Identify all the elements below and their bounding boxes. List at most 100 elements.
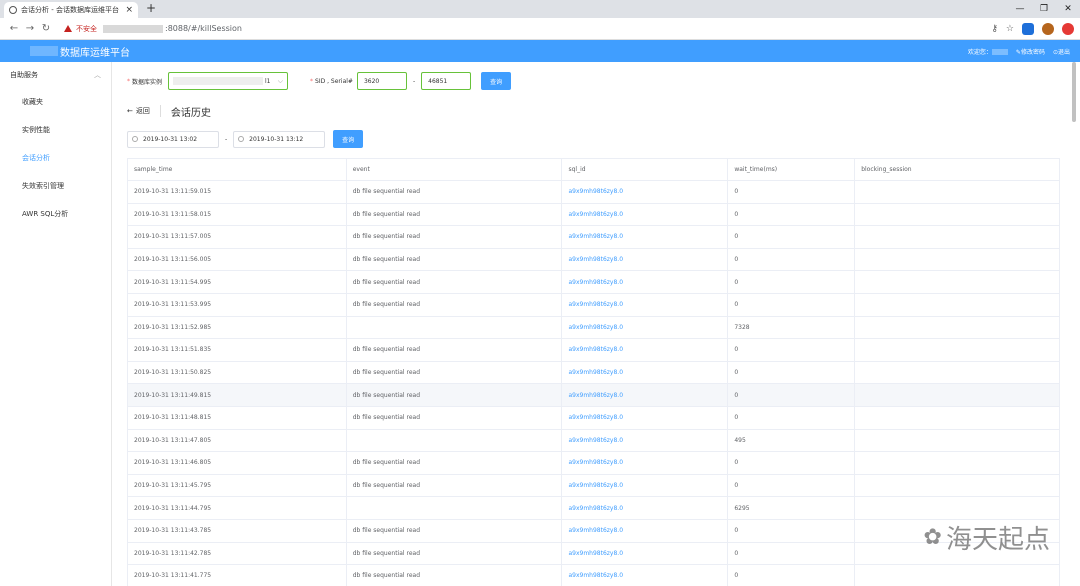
table-cell[interactable]: a9x9mh98t6zy8.0 <box>561 406 729 430</box>
table-cell[interactable]: a9x9mh98t6zy8.0 <box>561 451 729 475</box>
table-row[interactable]: 2019-10-31 13:11:43.785 db file sequentia… <box>127 519 1060 543</box>
end-date-value: 2019-10-31 13:12 <box>249 135 304 143</box>
required-mark: * <box>310 77 314 85</box>
table-cell <box>346 496 563 520</box>
extension-icon[interactable] <box>1062 22 1074 35</box>
warning-icon <box>64 25 72 32</box>
table-row[interactable]: 2019-10-31 13:11:54.995 db file sequentia… <box>127 270 1060 294</box>
table-row[interactable]: 2019-10-31 13:11:57.005 db file sequentia… <box>127 225 1060 249</box>
table-row[interactable]: 2019-10-31 13:11:51.835 db file sequentia… <box>127 338 1060 362</box>
table-cell[interactable]: a9x9mh98t6zy8.0 <box>561 564 729 586</box>
table-cell[interactable]: a9x9mh98t6zy8.0 <box>561 474 729 498</box>
star-icon[interactable]: ☆ <box>1006 24 1014 34</box>
table-cell: 2019-10-31 13:11:47.805 <box>127 429 347 453</box>
table-row[interactable]: 2019-10-31 13:11:58.015 db file sequentia… <box>127 203 1060 227</box>
table-cell[interactable]: a9x9mh98t6zy8.0 <box>561 248 729 272</box>
chevron-up-icon: ︿ <box>94 71 101 79</box>
window-close-icon[interactable]: ✕ <box>1056 0 1080 18</box>
serial-input[interactable]: 46851 <box>421 72 472 90</box>
back-arrow-icon[interactable]: ← <box>6 23 22 34</box>
table-row[interactable]: 2019-10-31 13:11:48.815 db file sequentia… <box>127 406 1060 430</box>
table-cell: db file sequential read <box>346 519 563 543</box>
table-cell: 0 <box>727 564 856 586</box>
extension-icon[interactable] <box>1042 22 1054 35</box>
security-warning[interactable]: 不安全 <box>64 24 97 34</box>
forward-arrow-icon[interactable]: → <box>22 23 38 34</box>
sidebar-item-awr-sql[interactable]: AWR SQL分析 <box>0 200 111 228</box>
table-cell: db file sequential read <box>346 180 563 204</box>
table-cell: 2019-10-31 13:11:50.825 <box>127 361 347 385</box>
column-header[interactable]: wait_time(ms) <box>727 158 856 181</box>
table-cell[interactable]: a9x9mh98t6zy8.0 <box>561 496 729 520</box>
new-tab-button[interactable]: + <box>146 1 156 15</box>
table-cell[interactable]: a9x9mh98t6zy8.0 <box>561 519 729 543</box>
browser-tab[interactable]: 会话分析 - 会话数据库运维平台 × <box>4 2 138 18</box>
end-date-picker[interactable]: 2019-10-31 13:12 <box>233 130 326 148</box>
table-cell <box>346 316 563 340</box>
table-row[interactable]: 2019-10-31 13:11:45.795 db file sequentia… <box>127 474 1060 498</box>
table-cell[interactable]: a9x9mh98t6zy8.0 <box>561 270 729 294</box>
url-text[interactable]: :8088/#/killSession <box>165 24 242 33</box>
logout-link[interactable]: ⊙退出 <box>1053 47 1070 56</box>
table-cell[interactable]: a9x9mh98t6zy8.0 <box>561 542 729 566</box>
back-button[interactable]: ← 返回 <box>127 106 150 116</box>
table-row[interactable]: 2019-10-31 13:11:46.805 db file sequentia… <box>127 451 1060 475</box>
sidebar-group[interactable]: 自助服务 ︿ <box>0 62 111 88</box>
table-cell[interactable]: a9x9mh98t6zy8.0 <box>561 338 729 362</box>
column-header[interactable]: blocking_session <box>854 158 1060 181</box>
table-cell[interactable]: a9x9mh98t6zy8.0 <box>561 203 729 227</box>
query-button[interactable]: 查询 <box>481 72 512 90</box>
table-row[interactable]: 2019-10-31 13:11:56.005 db file sequentia… <box>127 248 1060 272</box>
date-query-button[interactable]: 查询 <box>333 130 364 148</box>
extension-icon[interactable] <box>1022 22 1034 35</box>
table-cell[interactable]: a9x9mh98t6zy8.0 <box>561 225 729 249</box>
restore-icon[interactable]: ❐ <box>1032 0 1056 18</box>
table-row[interactable]: 2019-10-31 13:11:47.805 a9x9mh98t6zy8.0 49… <box>127 429 1060 453</box>
table-cell: 0 <box>727 542 856 566</box>
table-cell[interactable]: a9x9mh98t6zy8.0 <box>561 383 729 407</box>
table-cell: 0 <box>727 180 856 204</box>
start-date-picker[interactable]: 2019-10-31 13:02 <box>127 130 219 148</box>
table-cell: 2019-10-31 13:11:59.015 <box>127 180 347 204</box>
sid-input[interactable]: 3620 <box>356 72 407 90</box>
close-icon[interactable]: × <box>125 5 133 15</box>
table-row[interactable]: 2019-10-31 13:11:44.795 a9x9mh98t6zy8.0 62… <box>127 496 1060 520</box>
key-icon[interactable]: ⚷ <box>991 24 998 34</box>
table-cell: 2019-10-31 13:11:45.795 <box>127 474 347 498</box>
table-row[interactable]: 2019-10-31 13:11:52.985 a9x9mh98t6zy8.0 73… <box>127 316 1060 340</box>
table-row[interactable]: 2019-10-31 13:11:49.815 db file sequentia… <box>127 383 1060 407</box>
table-cell <box>854 203 1060 227</box>
table-cell: db file sequential read <box>346 293 563 317</box>
table-cell: 2019-10-31 13:11:49.815 <box>127 383 347 407</box>
table-row[interactable]: 2019-10-31 13:11:41.775 db file sequentia… <box>127 564 1060 586</box>
table-row[interactable]: 2019-10-31 13:11:50.825 db file sequentia… <box>127 361 1060 385</box>
table-cell <box>854 338 1060 362</box>
table-cell: 0 <box>727 406 856 430</box>
table-cell[interactable]: a9x9mh98t6zy8.0 <box>561 361 729 385</box>
sidebar-item-favorites[interactable]: 收藏夹 <box>0 88 111 116</box>
instance-select[interactable]: l1 ⌵ <box>168 72 289 90</box>
table-cell[interactable]: a9x9mh98t6zy8.0 <box>561 316 729 340</box>
table-row[interactable]: 2019-10-31 13:11:59.015 db file sequentia… <box>127 180 1060 204</box>
sidebar-item-invalid-index[interactable]: 失效索引管理 <box>0 172 111 200</box>
sidebar-item-session-analysis[interactable]: 会话分析 <box>0 144 111 172</box>
browser-tab-bar: 会话分析 - 会话数据库运维平台 × + — ❐ ✕ <box>0 0 1080 18</box>
reload-icon[interactable]: ↻ <box>38 23 54 34</box>
scrollbar[interactable] <box>1072 62 1076 122</box>
column-header[interactable]: event <box>346 158 563 181</box>
column-header[interactable]: sql_id <box>561 158 729 181</box>
table-row[interactable]: 2019-10-31 13:11:42.785 db file sequentia… <box>127 542 1060 566</box>
change-password-link[interactable]: ✎修改密码 <box>1016 47 1045 56</box>
table-cell[interactable]: a9x9mh98t6zy8.0 <box>561 180 729 204</box>
sidebar-item-instance-performance[interactable]: 实例性能 <box>0 116 111 144</box>
table-cell <box>854 564 1060 586</box>
table-cell: 2019-10-31 13:11:46.805 <box>127 451 347 475</box>
table-cell[interactable]: a9x9mh98t6zy8.0 <box>561 429 729 453</box>
logout-label: 退出 <box>1057 48 1070 56</box>
tab-title: 会话分析 - 会话数据库运维平台 <box>21 6 119 14</box>
minimize-icon[interactable]: — <box>1008 0 1032 18</box>
username-redacted <box>991 49 1008 55</box>
column-header[interactable]: sample_time <box>127 158 347 181</box>
table-cell[interactable]: a9x9mh98t6zy8.0 <box>561 293 729 317</box>
table-row[interactable]: 2019-10-31 13:11:53.995 db file sequentia… <box>127 293 1060 317</box>
